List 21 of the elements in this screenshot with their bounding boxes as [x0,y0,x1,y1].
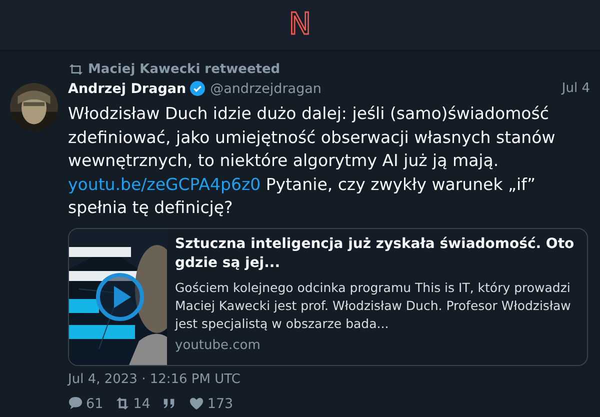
stat-count: 14 [133,396,150,412]
stat-count: 173 [207,396,234,412]
author-handle[interactable]: @andrzejdragan [210,80,322,96]
tweet-date[interactable]: Jul 4 [562,81,590,96]
heart-icon[interactable] [189,396,204,411]
tweet-text: Włodzisław Duch idzie dużo dalej: jeśli (samo)świadomość zdefiniować, jako umiejętność obserwacji własnych stanów wewnętrznych, to niektóre algorytmy AI już ją mają. youtu.be/zeGCPA4p6z0 Pytanie, czy zwykły warunek „if” spełnia tę definicję? [68,103,556,219]
retweet-label: Maciej Kawecki retweeted [88,62,280,76]
tweet-timestamp: Jul 4, 2023 · 12:16 PM UTC [68,372,242,386]
card-description: Gościem kolejnego odcinka programu This is IT, który prowadzi Maciej Kawecki jest prof. Włodzisław Duch. Profesor Włodzisław jest specjalistą w obszarze bada... [175,278,572,332]
retweet-icon [68,64,84,74]
avatar[interactable] [10,83,58,131]
link[interactable]: youtu.be/zeGCPA4p6z0 [68,174,261,194]
retweet-icon[interactable] [115,396,130,411]
stat-count: 61 [86,396,104,412]
link-card[interactable] [68,228,588,366]
play-icon[interactable] [95,272,145,322]
card-domain: youtube.com [175,338,262,352]
author-name[interactable]: Andrzej Dragan [68,80,186,96]
card-title: Sztuczna inteligencja już zyskała świadomość. Oto gdzie są jej... [175,234,576,272]
comment-icon[interactable] [68,396,83,411]
logo-link[interactable]: N [288,10,312,40]
